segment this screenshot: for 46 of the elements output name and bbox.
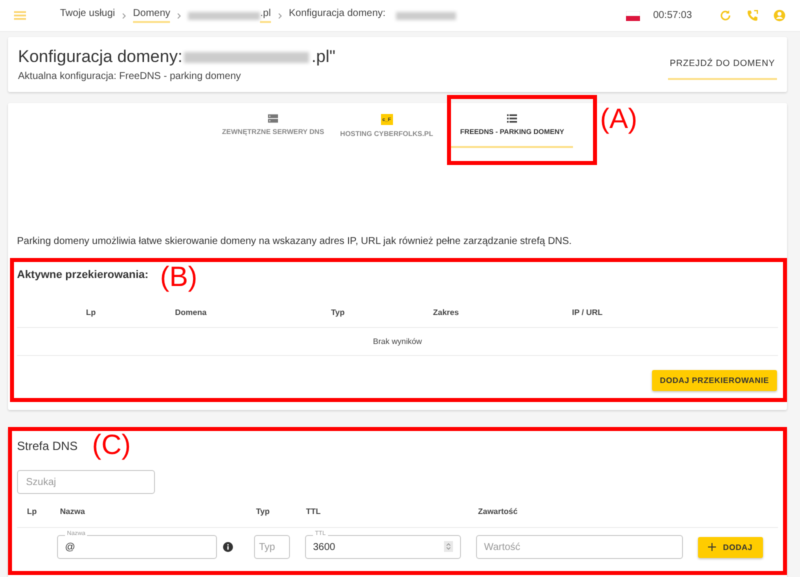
column-header: Nazwa [60,507,86,516]
plus-icon [708,543,716,551]
redacted-text [396,12,456,20]
subtitle: Aktualna konfiguracja: FreeDNS - parking domeny [18,71,242,82]
breadcrumb-link[interactable]: .pl [260,8,271,23]
account-icon[interactable] [773,9,786,22]
add-redirect-button[interactable]: DODAJ PRZEKIEROWANIE [652,370,777,391]
spinner-icon[interactable] [444,541,453,552]
chevron-icon [122,12,126,18]
column-header: TTL [306,507,322,516]
ttl-field[interactable]: 3600 [305,535,461,559]
info-icon[interactable] [223,542,233,552]
list-icon [507,114,518,123]
column-header: Lp [86,308,97,317]
go-to-domain-button[interactable]: PRZEJDŹ DO DOMENY [668,49,777,80]
description-text: Parking domeny umożliwia łatwe skierowanie domeny na wskazany adres IP, URL jak również pełne zarządzanie strefą DNS. [17,236,573,247]
session-timer: 00:57:03 [653,10,692,21]
annotation-label: (B) [160,262,198,292]
breadcrumb-text: Twoje usługi [60,8,116,21]
section-title: Strefa DNS [17,439,78,453]
search-field[interactable]: Szukaj [17,470,155,494]
column-header: IP / URL [572,308,604,317]
phone-icon[interactable] [746,9,759,22]
chevron-icon [177,12,182,18]
column-header: Typ [256,507,271,516]
refresh-icon[interactable] [719,9,732,22]
empty-message: Brak wyników [17,328,778,356]
column-header: Typ [331,308,346,317]
type-select[interactable]: Typ [254,535,290,559]
annotation-label: (C) [92,430,131,460]
breadcrumb-link[interactable]: Domeny [133,8,170,23]
flag-icon[interactable] [626,10,640,20]
column-header: Zawartość [478,507,519,516]
value-field[interactable]: Wartość [476,535,683,559]
column-header: Domena [175,308,208,317]
breadcrumb-text: Konfiguracja domeny: [288,8,386,21]
add-button[interactable]: DODAJ [698,536,763,558]
name-field[interactable]: @ [57,535,217,559]
column-header: Lp [27,507,38,516]
column-header: Zakres [433,308,460,317]
page-title: Konfiguracja domeny: .pl" [18,47,336,67]
annotation-label: (A) [600,104,638,134]
chevron-icon [278,12,282,18]
server-icon [268,114,278,123]
section-title: Aktywne przekierowania: [17,269,150,281]
menu-icon[interactable] [14,11,26,20]
